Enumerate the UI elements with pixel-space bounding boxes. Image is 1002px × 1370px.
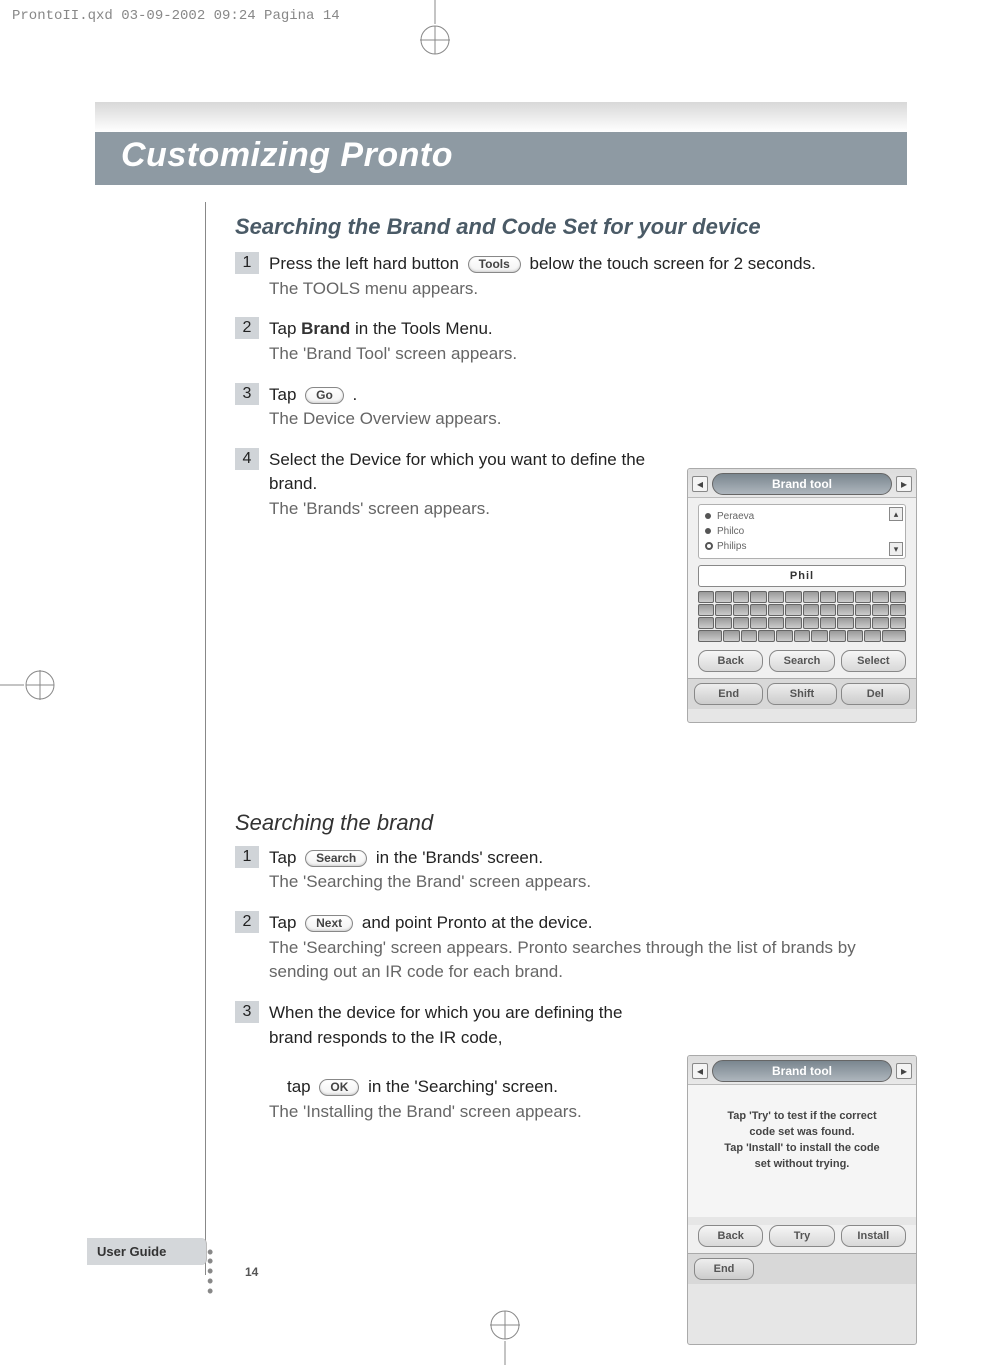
step-result: The Device Overview appears.	[269, 409, 501, 428]
step-text: Tap	[269, 385, 301, 404]
list-item[interactable]: Peraeva	[717, 511, 754, 522]
hard-end-button[interactable]: End	[694, 1258, 754, 1280]
device-screenshot-brands: ◂ Brand tool ▸ ▴ Peraeva Philco Philips …	[687, 468, 917, 723]
step-result: The 'Brand Tool' screen appears.	[269, 344, 517, 363]
nav-right-icon[interactable]: ▸	[896, 476, 912, 492]
step-result: The TOOLS menu appears.	[269, 279, 478, 298]
crop-mark-top	[420, 0, 450, 60]
step: 3 Tap Go . The Device Overview appears.	[235, 383, 907, 432]
soft-back-button[interactable]: Back	[698, 650, 763, 672]
step-text: .	[353, 385, 358, 404]
search-button[interactable]: Search	[305, 850, 367, 867]
step-result: The 'Installing the Brand' screen appear…	[269, 1102, 582, 1121]
step-result: The 'Brands' screen appears.	[269, 499, 490, 518]
step-text: in the Tools Menu.	[350, 319, 492, 338]
list-item[interactable]: Philco	[717, 526, 744, 537]
step-number: 2	[235, 317, 259, 339]
print-metadata: ProntoII.qxd 03-09-2002 09:24 Pagina 14	[12, 8, 340, 24]
step-number: 1	[235, 252, 259, 274]
section-heading: Searching the Brand and Code Set for you…	[235, 214, 907, 240]
step: 1 Tap Search in the 'Brands' screen. The…	[235, 846, 907, 895]
step-number: 2	[235, 911, 259, 933]
soft-try-button[interactable]: Try	[769, 1225, 834, 1247]
step-text: Tap	[269, 848, 301, 867]
tools-button[interactable]: Tools	[468, 256, 521, 273]
crop-mark-bottom	[490, 1305, 520, 1365]
search-input[interactable]: Phil	[698, 565, 906, 587]
scroll-down-icon[interactable]: ▾	[889, 542, 903, 556]
margin-rule	[205, 202, 206, 1275]
step-text: Tap	[269, 319, 301, 338]
crop-mark-left	[0, 670, 60, 700]
step: 3 When the device for which you are defi…	[235, 1001, 665, 1124]
step: 1 Press the left hard button Tools below…	[235, 252, 907, 301]
step: 4 Select the Device for which you want t…	[235, 448, 655, 522]
step-result: The 'Searching the Brand' screen appears…	[269, 872, 591, 891]
step: 2 Tap Brand in the Tools Menu. The 'Bran…	[235, 317, 907, 366]
page-title: Customizing Pronto	[121, 136, 881, 175]
step-text: Press the left hard button	[269, 254, 464, 273]
step-number: 3	[235, 1001, 259, 1023]
screen-title: Brand tool	[712, 473, 892, 495]
soft-install-button[interactable]: Install	[841, 1225, 906, 1247]
nav-left-icon[interactable]: ◂	[692, 476, 708, 492]
step: 2 Tap Next and point Pronto at the devic…	[235, 911, 907, 985]
scroll-up-icon[interactable]: ▴	[889, 507, 903, 521]
brand-list[interactable]: ▴ Peraeva Philco Philips ▾	[698, 504, 906, 559]
step-text: in the 'Brands' screen.	[376, 848, 543, 867]
soft-back-button[interactable]: Back	[698, 1225, 763, 1247]
list-item[interactable]: Philips	[717, 541, 746, 552]
page-number: 14	[245, 1265, 258, 1279]
step-text: and point Pronto at the device.	[362, 913, 593, 932]
screen-title: Brand tool	[712, 1060, 892, 1082]
step-result: The 'Searching' screen appears. Pronto s…	[269, 938, 856, 982]
step-number: 4	[235, 448, 259, 470]
step-number: 3	[235, 383, 259, 405]
soft-select-button[interactable]: Select	[841, 650, 906, 672]
ok-button[interactable]: OK	[319, 1079, 359, 1096]
step-text: in the 'Searching' screen.	[368, 1077, 558, 1096]
page-content: Searching the Brand and Code Set for you…	[95, 202, 907, 1305]
step-number: 1	[235, 846, 259, 868]
hard-shift-button[interactable]: Shift	[767, 683, 836, 705]
step-bold: Brand	[301, 319, 350, 338]
next-button[interactable]: Next	[305, 915, 353, 932]
step-text: Tap	[269, 913, 301, 932]
decorative-dots: •••••	[207, 1248, 213, 1297]
subsection-heading: Searching the brand	[235, 810, 907, 836]
onscreen-keyboard[interactable]	[698, 591, 906, 642]
screen-message: Tap 'Try' to test if the correct code se…	[688, 1085, 916, 1217]
go-button[interactable]: Go	[305, 387, 344, 404]
hard-del-button[interactable]: Del	[841, 683, 910, 705]
nav-right-icon[interactable]: ▸	[896, 1063, 912, 1079]
hard-end-button[interactable]: End	[694, 683, 763, 705]
step-text: tap	[287, 1077, 315, 1096]
user-guide-tab: User Guide	[87, 1238, 207, 1265]
device-screenshot-install: ◂ Brand tool ▸ Tap 'Try' to test if the …	[687, 1055, 917, 1345]
step-text: Select the Device for which you want to …	[269, 450, 645, 494]
step-text: When the device for which you are defini…	[269, 1003, 622, 1047]
nav-left-icon[interactable]: ◂	[692, 1063, 708, 1079]
soft-search-button[interactable]: Search	[769, 650, 834, 672]
page-banner: Customizing Pronto	[95, 102, 907, 182]
step-text: below the touch screen for 2 seconds.	[530, 254, 816, 273]
